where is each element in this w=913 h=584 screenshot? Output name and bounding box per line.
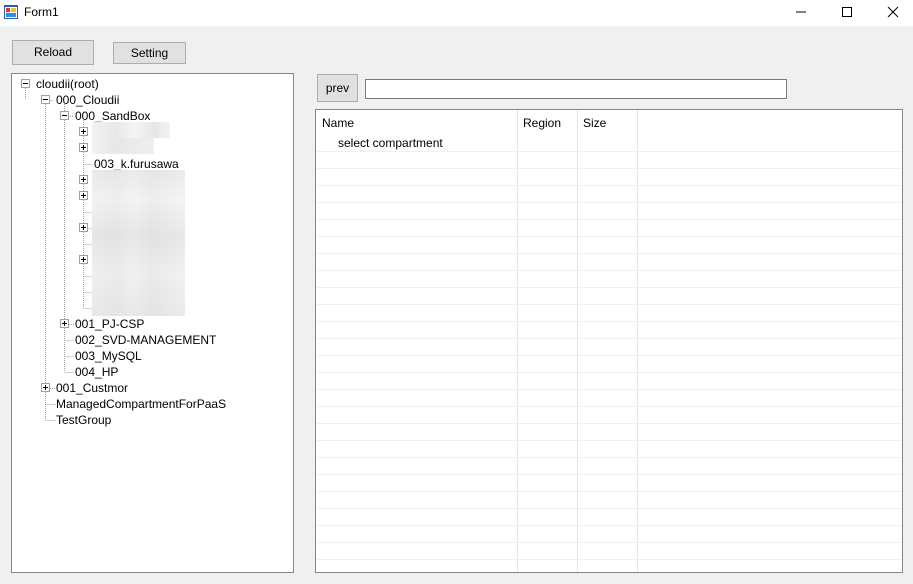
empty-grid-row: [316, 203, 902, 220]
empty-grid-row: [316, 254, 902, 271]
empty-grid-row: [316, 458, 902, 475]
empty-grid-row: [316, 169, 902, 186]
tree-node-root[interactable]: cloudii(root): [36, 76, 99, 92]
expander-redacted-5[interactable]: [79, 223, 88, 232]
expander-001-pj-csp[interactable]: [60, 319, 69, 328]
empty-grid-row: [316, 509, 902, 526]
object-list-view[interactable]: Name Region Size select compartment: [315, 109, 903, 573]
redacted-node-group: [92, 170, 185, 316]
minimize-button[interactable]: [778, 0, 824, 26]
cell-name: select compartment: [338, 136, 443, 150]
empty-grid-row: [316, 373, 902, 390]
empty-grid-row: [316, 475, 902, 492]
close-icon: [887, 6, 899, 18]
tree-node-001-pj-csp[interactable]: 001_PJ-CSP: [75, 316, 144, 332]
empty-grid-row: [316, 560, 902, 572]
maximize-button[interactable]: [824, 0, 870, 26]
empty-grid-row: [316, 220, 902, 237]
tree-node-managed-compartment[interactable]: ManagedCompartmentForPaaS: [56, 396, 226, 412]
empty-grid-row: [316, 543, 902, 560]
expander-redacted-1[interactable]: [79, 127, 88, 136]
tree-node-004-hp[interactable]: 004_HP: [75, 364, 118, 380]
redacted-node-name: [92, 138, 154, 154]
tree-node-001-custmor[interactable]: 001_Custmor: [56, 380, 128, 396]
setting-button[interactable]: Setting: [113, 42, 186, 64]
tree-node-000-cloudii[interactable]: 000_Cloudii: [56, 92, 119, 108]
list-row[interactable]: select compartment: [316, 135, 902, 152]
tree-node-testgroup[interactable]: TestGroup: [56, 412, 111, 428]
path-input[interactable]: [365, 79, 787, 99]
empty-grid-row: [316, 390, 902, 407]
app-icon: [4, 5, 18, 19]
list-header: Name Region Size: [316, 110, 902, 135]
column-header-size[interactable]: Size: [577, 110, 637, 135]
empty-grid-row: [316, 288, 902, 305]
empty-grid-row: [316, 152, 902, 169]
expander-000-sandbox[interactable]: [60, 111, 69, 120]
empty-grid-row: [316, 407, 902, 424]
minimize-icon: [796, 11, 806, 13]
prev-button[interactable]: prev: [317, 74, 358, 102]
empty-grid-row: [316, 186, 902, 203]
expander-root[interactable]: [21, 79, 30, 88]
column-header-region[interactable]: Region: [517, 110, 577, 135]
tree-node-002-svd-management[interactable]: 002_SVD-MANAGEMENT: [75, 332, 216, 348]
empty-grid-row: [316, 322, 902, 339]
empty-grid-row: [316, 237, 902, 254]
cell-region: [517, 135, 577, 152]
empty-grid-row: [316, 271, 902, 288]
empty-grid-row: [316, 492, 902, 509]
column-header-name[interactable]: Name: [316, 110, 517, 135]
expander-redacted-4[interactable]: [79, 191, 88, 200]
expander-redacted-2[interactable]: [79, 143, 88, 152]
compartment-tree[interactable]: cloudii(root) 000_Cloudii 000_SandBox 00…: [11, 73, 294, 573]
tree-node-003-mysql[interactable]: 003_MySQL: [75, 348, 142, 364]
window-title: Form1: [24, 5, 59, 19]
empty-grid-row: [316, 339, 902, 356]
maximize-icon: [842, 7, 852, 17]
title-bar: Form1: [0, 0, 913, 26]
empty-grid-row: [316, 305, 902, 322]
empty-grid-row: [316, 441, 902, 458]
expander-001-custmor[interactable]: [41, 383, 50, 392]
expander-redacted-6[interactable]: [79, 255, 88, 264]
expander-000-cloudii[interactable]: [41, 95, 50, 104]
empty-grid-row: [316, 424, 902, 441]
empty-grid-row: [316, 526, 902, 543]
expander-redacted-3[interactable]: [79, 175, 88, 184]
empty-grid-row: [316, 356, 902, 373]
redacted-node-name: [92, 122, 170, 138]
close-button[interactable]: [870, 0, 913, 26]
reload-button[interactable]: Reload: [12, 40, 94, 65]
cell-size: [577, 135, 637, 152]
